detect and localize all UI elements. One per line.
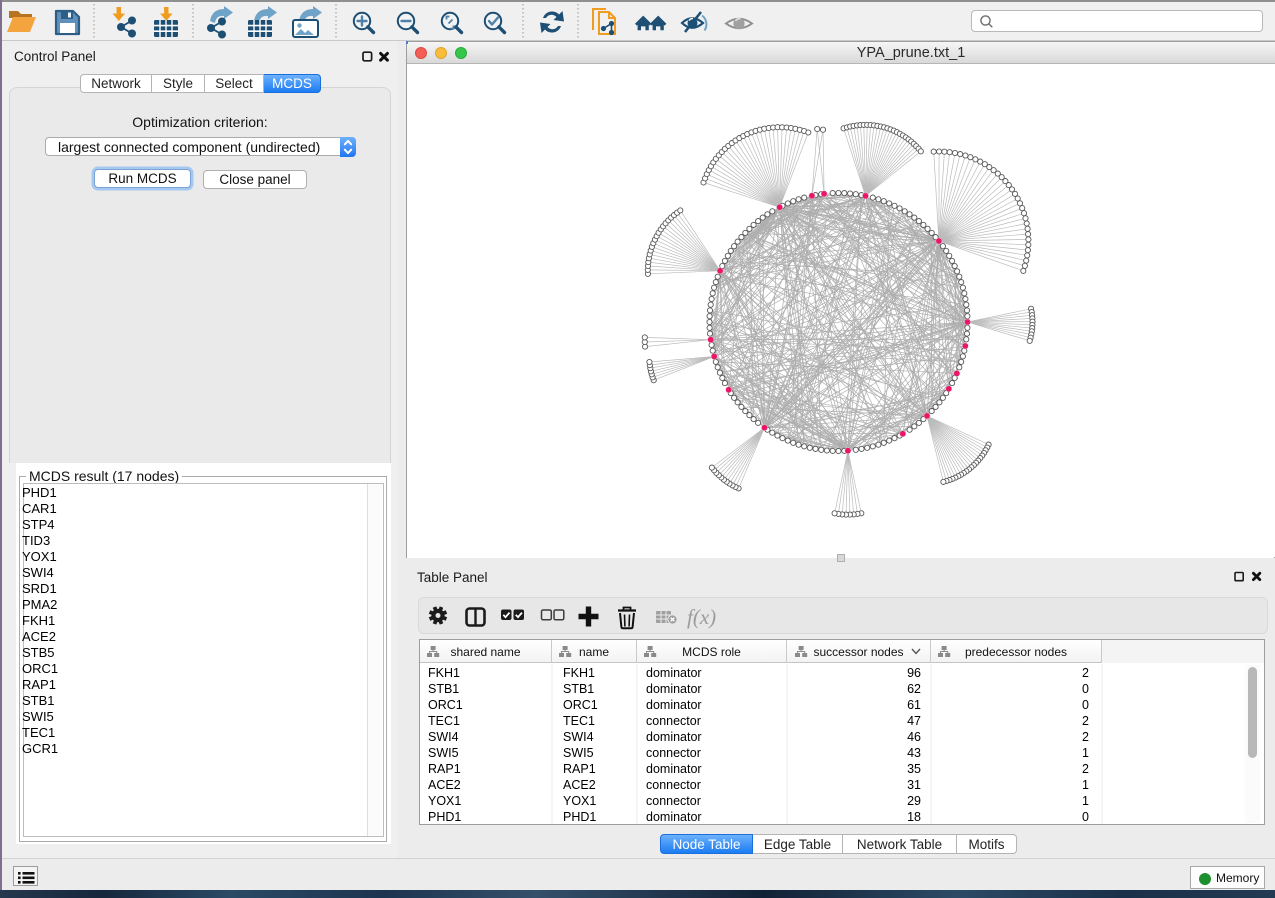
svg-text:f(x): f(x) bbox=[687, 605, 716, 629]
